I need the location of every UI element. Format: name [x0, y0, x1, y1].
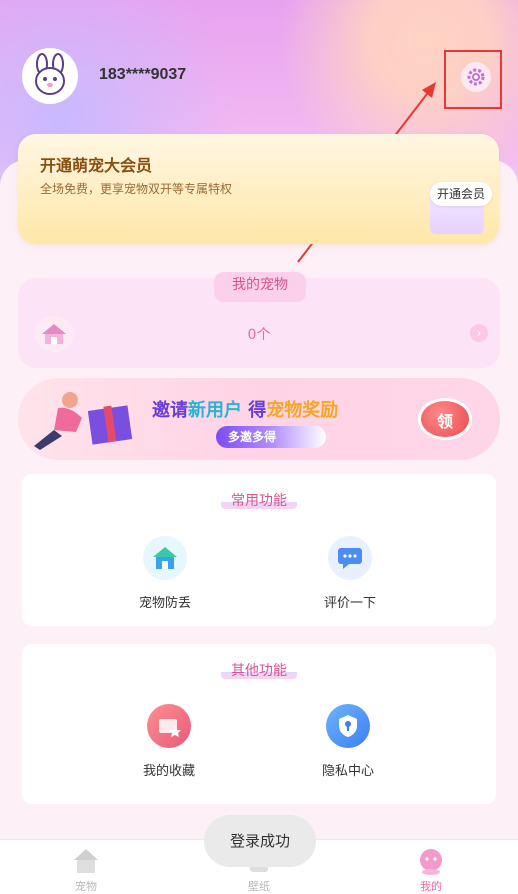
favorites-item[interactable]: 我的收藏 [109, 704, 229, 779]
tab-pets[interactable]: 宠物 [51, 840, 121, 894]
avatar[interactable] [22, 48, 78, 104]
rabbit-avatar-icon [35, 53, 65, 95]
privacy-center-label: 隐私中心 [321, 764, 374, 779]
common-functions-panel: 常用功能 宠物防丢 评价一下 [22, 474, 496, 626]
pet-count: 0个 [247, 327, 271, 343]
pet-house-tab-icon [71, 846, 101, 876]
gift-illustration-icon [34, 392, 133, 450]
open-vip-button[interactable]: 开通会员 [430, 182, 492, 206]
favorites-label: 我的收藏 [142, 764, 195, 779]
other-functions-panel: 其他功能 我的收藏 隐私中心 [22, 644, 496, 804]
tab-pets-label: 宠物 [75, 880, 97, 893]
tab-mine-label: 我的 [420, 880, 442, 893]
chevron-right-icon[interactable]: › [470, 324, 488, 342]
pet-anti-lost-label: 宠物防丢 [138, 596, 191, 611]
vip-subtitle: 全场免费，更享宠物双开等专属特权 [40, 182, 233, 196]
rate-us-label: 评价一下 [323, 596, 376, 611]
tab-mine[interactable]: 我的 [396, 840, 466, 894]
favorites-icon [147, 704, 191, 748]
banner-title: 邀请新用户 得宠物奖励 [152, 400, 339, 421]
my-pets-tab: 我的宠物 [214, 272, 306, 302]
other-functions-title: 其他功能 [22, 660, 496, 680]
mine-tab-icon [416, 846, 446, 876]
claim-button[interactable]: 领 [418, 398, 472, 440]
common-functions-title: 常用功能 [22, 490, 496, 510]
tab-wallpaper-label: 壁纸 [248, 880, 270, 893]
privacy-center-item[interactable]: 隐私中心 [288, 704, 408, 779]
my-pets-section[interactable]: 我的宠物 0个 › [18, 272, 500, 368]
home-icon [143, 536, 187, 580]
rate-us-item[interactable]: 评价一下 [290, 536, 410, 611]
annotation-highlight-box [444, 50, 502, 109]
user-phone: 183****9037 [99, 66, 187, 83]
banner-tag: 多邀多得 [216, 426, 326, 448]
vip-title: 开通萌宠大会员 [40, 156, 153, 175]
vip-card[interactable]: 开通萌宠大会员 全场免费，更享宠物双开等专属特权 开通会员 [18, 134, 499, 244]
chat-icon [328, 536, 372, 580]
pet-anti-lost-item[interactable]: 宠物防丢 [105, 536, 225, 611]
invite-banner[interactable]: 邀请新用户 得宠物奖励 多邀多得 领 [18, 378, 500, 460]
shield-icon [326, 704, 370, 748]
login-success-toast: 登录成功 [204, 815, 316, 867]
